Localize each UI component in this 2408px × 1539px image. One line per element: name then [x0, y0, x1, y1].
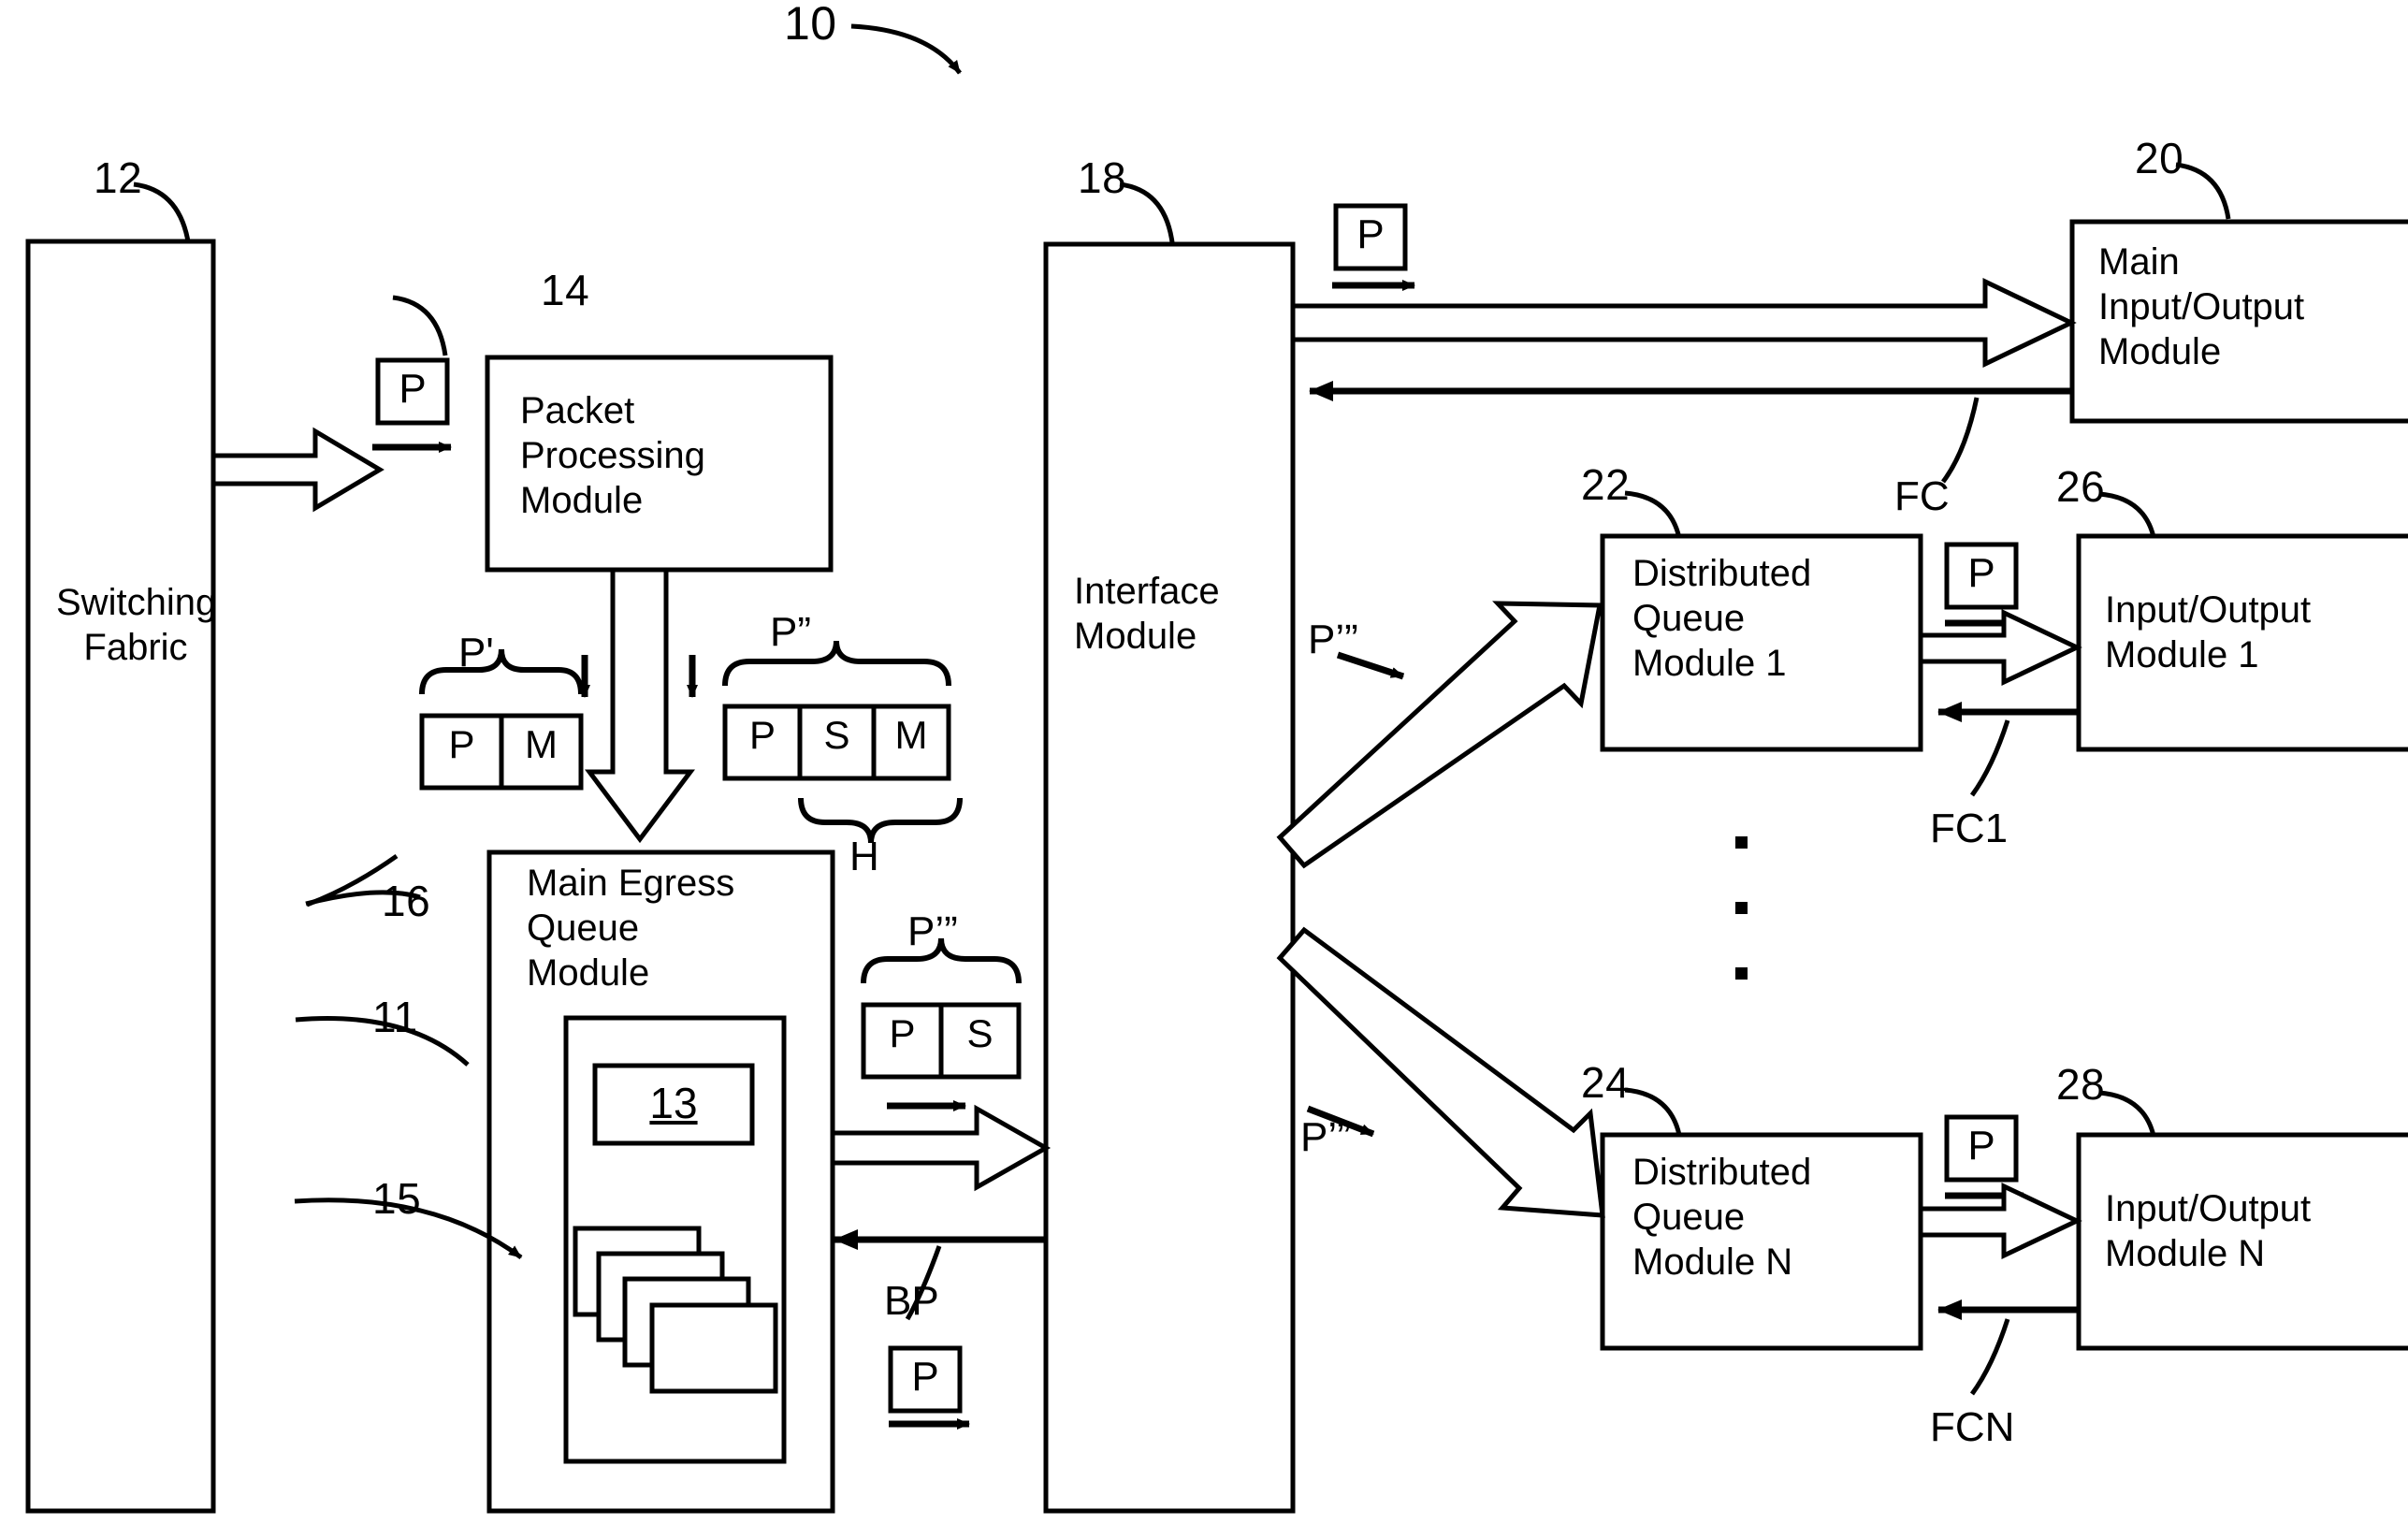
- ref-numeral-15: 15: [372, 1174, 422, 1223]
- packet-icon-p-dqm1-to-io1: P: [1967, 550, 1995, 596]
- ref-numeral-20: 20: [2135, 134, 2184, 182]
- block-label-main-io-module: Main Input/Output Module: [2098, 241, 2305, 372]
- figure-reference-number: 10: [784, 0, 837, 50]
- ref-numeral-28: 28: [2056, 1060, 2106, 1109]
- packet-format-label-p-triple-prime-egress: P’”: [907, 908, 958, 954]
- ref-numeral-24: 24: [1581, 1058, 1631, 1107]
- vertical-ellipsis-dot-1: [1735, 836, 1748, 849]
- block-label-packet-processing-module: Packet Processing Module: [520, 390, 705, 521]
- ref-numeral-14: 14: [541, 266, 590, 314]
- packet-format-label-p-triple-prime-dqm1: P’”: [1308, 617, 1358, 662]
- packet-cell-p-double-prime-1: S: [823, 713, 850, 757]
- block-label-interface-module: Interface Module: [1074, 571, 1220, 657]
- ref-numeral-12: 12: [94, 153, 143, 202]
- packet-icon-p-bottom-egress: P: [911, 1354, 939, 1400]
- ref-numeral-16: 16: [382, 877, 431, 925]
- vertical-ellipsis-dot-3: [1735, 967, 1748, 980]
- packet-format-label-p-triple-prime-dqmn: P’”: [1300, 1114, 1351, 1160]
- ref-numeral-26: 26: [2056, 462, 2106, 511]
- ref-numeral-22: 22: [1581, 460, 1631, 509]
- header-brace-label-h: H: [849, 834, 879, 879]
- patent-figure: 10 12 14 16 11 15 18 20 22 24 26 28 Swit…: [0, 0, 2408, 1539]
- packet-icon-p-fabric-input: P: [399, 366, 427, 412]
- packet-format-label-p-prime: P': [458, 630, 494, 675]
- packet-cell-p-prime-0: P: [448, 722, 475, 766]
- packet-format-label-p-double-prime: P”: [770, 609, 811, 655]
- block-label-distributed-queue-module-n: Distributed Queue Module N: [1632, 1152, 1812, 1283]
- block-label-io-module-n: Input/Output Module N: [2105, 1188, 2312, 1274]
- block-label-distributed-queue-module-1: Distributed Queue Module 1: [1632, 553, 1812, 684]
- ref-numeral-11: 11: [372, 993, 418, 1041]
- packet-cell-p-double-prime-2: M: [894, 713, 928, 757]
- packet-icon-p-interface-to-main-io: P: [1356, 211, 1385, 257]
- flow-control-label-fc: FC: [1894, 473, 1950, 519]
- block-label-main-egress-queue-module: Main Egress Queue Module: [527, 863, 735, 994]
- packet-cell-p-prime-1: M: [525, 722, 558, 766]
- packet-cell-p-triple-prime-0: P: [889, 1011, 916, 1055]
- packet-icon-p-dqmn-to-ion: P: [1967, 1123, 1995, 1169]
- block-label-io-module-1: Input/Output Module 1: [2105, 589, 2312, 675]
- diagram-vector-layer: [25, 23, 2408, 1514]
- backpressure-label-bp: BP: [884, 1278, 939, 1324]
- packet-cell-p-triple-prime-1: S: [966, 1011, 994, 1055]
- inner-queue-13-label: 13: [649, 1079, 698, 1127]
- vertical-ellipsis-dot-2: [1735, 902, 1748, 914]
- flow-control-label-fcn: FCN: [1930, 1404, 2015, 1450]
- ref-numeral-18: 18: [1078, 153, 1127, 202]
- flow-control-label-fc1: FC1: [1930, 806, 2009, 851]
- packet-cell-p-double-prime-0: P: [748, 713, 776, 757]
- block-label-switching-fabric: Switching Fabric: [56, 582, 217, 668]
